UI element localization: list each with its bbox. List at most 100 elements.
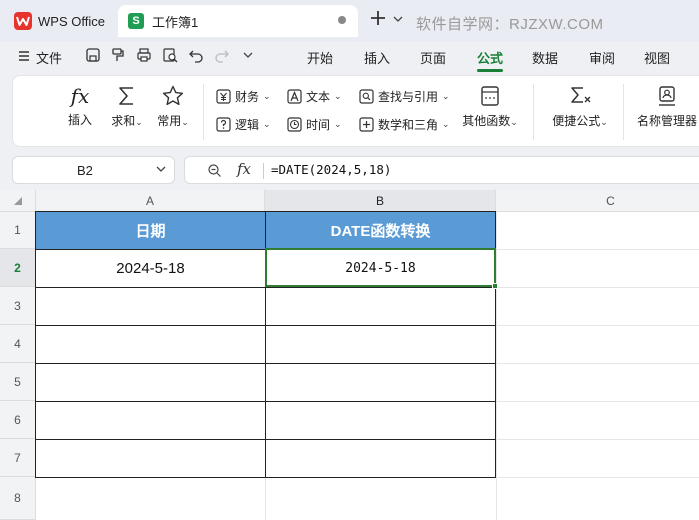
wps-office-tab[interactable]: WPS Office bbox=[6, 6, 112, 36]
wps-logo-icon bbox=[14, 12, 32, 30]
logic-functions-button[interactable]: 逻辑 ⌄ bbox=[216, 116, 271, 133]
tab-insert[interactable]: 插入 bbox=[364, 48, 390, 67]
new-tab-button[interactable] bbox=[370, 10, 386, 30]
logic-label: 逻辑 bbox=[235, 118, 260, 132]
column-header-c[interactable]: C bbox=[496, 190, 699, 212]
common-functions-button[interactable]: 常用⌄ bbox=[152, 84, 194, 129]
chevron-down-icon: ⌄ bbox=[442, 119, 450, 129]
cell-b7[interactable] bbox=[265, 439, 496, 478]
quick-formula-button[interactable]: 便捷公式⌄ bbox=[549, 84, 611, 129]
zoom-function-icon[interactable] bbox=[207, 163, 222, 178]
tab-data[interactable]: 数据 bbox=[532, 48, 558, 67]
print-preview-icon[interactable] bbox=[162, 47, 178, 63]
autosum-label: 求和 bbox=[111, 114, 136, 128]
watermark-text: 软件自学网：RJZXW.COM bbox=[416, 16, 604, 33]
text-functions-button[interactable]: 文本 ⌄ bbox=[287, 88, 342, 105]
row-header-8[interactable]: 8 bbox=[0, 477, 36, 520]
finance-icon bbox=[216, 89, 231, 104]
other-functions-button[interactable]: 其他函数⌄ bbox=[459, 84, 521, 129]
formula-input[interactable]: fx =DATE(2024,5,18) bbox=[184, 156, 699, 184]
chevron-down-icon: ⌄ bbox=[181, 117, 189, 127]
cell-b1[interactable]: DATE函数转换 bbox=[265, 211, 496, 250]
active-cell-selection bbox=[265, 248, 496, 287]
column-header-a[interactable]: A bbox=[36, 190, 265, 212]
cell-a4[interactable] bbox=[35, 325, 266, 364]
hamburger-menu-icon[interactable] bbox=[18, 50, 30, 62]
common-functions-label: 常用 bbox=[157, 114, 182, 128]
cell-b5[interactable] bbox=[265, 363, 496, 402]
spreadsheet-grid: A B C 1 2 3 4 5 6 7 8 日期 DATE函数转换 2024-5… bbox=[0, 190, 699, 520]
document-tab[interactable]: S 工作簿1 bbox=[118, 5, 358, 37]
star-icon bbox=[162, 85, 184, 106]
select-all-corner[interactable] bbox=[0, 190, 36, 212]
name-manager-label: 名称管理器 bbox=[636, 114, 697, 128]
name-box[interactable]: B2 bbox=[12, 156, 175, 184]
chevron-down-icon: ⌄ bbox=[263, 119, 271, 129]
chevron-down-icon[interactable] bbox=[243, 51, 253, 59]
tab-home[interactable]: 开始 bbox=[307, 48, 333, 67]
name-manager-button[interactable]: 名称管理器 bbox=[633, 84, 699, 129]
lookup-functions-button[interactable]: 查找与引用 ⌄ bbox=[359, 88, 450, 105]
chevron-down-icon: ⌄ bbox=[600, 117, 608, 127]
insert-function-button[interactable]: fx 插入 bbox=[63, 84, 97, 128]
save-icon[interactable] bbox=[85, 47, 101, 63]
redo-icon[interactable] bbox=[214, 47, 230, 63]
chevron-down-icon: ⌄ bbox=[510, 117, 518, 127]
tab-review[interactable]: 审阅 bbox=[589, 48, 615, 67]
fx-icon: fx bbox=[70, 84, 90, 108]
cell-a6[interactable] bbox=[35, 401, 266, 440]
tab-page[interactable]: 页面 bbox=[420, 48, 446, 67]
chevron-down-icon[interactable] bbox=[393, 15, 403, 23]
row-header-7[interactable]: 7 bbox=[0, 439, 36, 477]
row-header-2[interactable]: 2 bbox=[0, 249, 36, 287]
formula-bar: B2 fx =DATE(2024,5,18) bbox=[0, 152, 699, 188]
math-functions-button[interactable]: 数学和三角 ⌄ bbox=[359, 116, 450, 133]
math-label: 数学和三角 bbox=[378, 118, 439, 132]
cell-a5[interactable] bbox=[35, 363, 266, 402]
cell-b6[interactable] bbox=[265, 401, 496, 440]
fill-handle[interactable] bbox=[492, 283, 498, 289]
cell-b4[interactable] bbox=[265, 325, 496, 364]
ribbon-divider bbox=[623, 84, 624, 140]
insert-function-label: 插入 bbox=[67, 113, 92, 127]
print-icon[interactable] bbox=[136, 47, 152, 63]
tab-view[interactable]: 视图 bbox=[644, 48, 670, 67]
time-label: 时间 bbox=[306, 118, 331, 132]
lookup-icon bbox=[359, 89, 374, 104]
tab-formulas[interactable]: 公式 bbox=[477, 48, 503, 67]
lookup-label: 查找与引用 bbox=[378, 90, 439, 104]
autosum-button[interactable]: 求和⌄ bbox=[107, 84, 147, 129]
column-header-b[interactable]: B bbox=[265, 190, 496, 212]
gridline bbox=[496, 212, 497, 520]
format-painter-icon[interactable] bbox=[110, 47, 126, 63]
row-header-3[interactable]: 3 bbox=[0, 287, 36, 325]
cell-a3[interactable] bbox=[35, 287, 266, 326]
row-header-1[interactable]: 1 bbox=[0, 212, 36, 249]
cell-b3[interactable] bbox=[265, 287, 496, 326]
other-functions-label: 其他函数 bbox=[462, 114, 511, 128]
wps-office-label: WPS Office bbox=[38, 13, 105, 29]
formula-divider bbox=[263, 163, 264, 179]
fx-icon[interactable]: fx bbox=[237, 160, 251, 178]
row-header-5[interactable]: 5 bbox=[0, 363, 36, 401]
finance-functions-button[interactable]: 财务 ⌄ bbox=[216, 88, 271, 105]
cell-a1[interactable]: 日期 bbox=[35, 211, 266, 250]
time-functions-button[interactable]: 时间 ⌄ bbox=[287, 116, 342, 133]
row-header-4[interactable]: 4 bbox=[0, 325, 36, 363]
cell-reference: B2 bbox=[77, 162, 93, 178]
cell-a2[interactable]: 2024-5-18 bbox=[35, 249, 266, 288]
ribbon-toolbar: fx 插入 求和⌄ 常用⌄ 财务 ⌄ 逻辑 ⌄ 文本 ⌄ 时间 ⌄ 查找与引用 ⌄ 数学和… bbox=[12, 75, 699, 147]
corner-triangle-icon bbox=[14, 197, 22, 205]
spreadsheet-icon: S bbox=[128, 13, 144, 29]
plus-icon bbox=[371, 11, 385, 25]
chevron-down-icon: ⌄ bbox=[135, 117, 143, 127]
undo-icon[interactable] bbox=[188, 47, 204, 63]
formula-text[interactable]: =DATE(2024,5,18) bbox=[271, 162, 391, 177]
chevron-down-icon: ⌄ bbox=[263, 91, 271, 101]
chevron-down-icon[interactable] bbox=[156, 165, 166, 173]
row-header-6[interactable]: 6 bbox=[0, 401, 36, 439]
active-tab-indicator bbox=[477, 69, 503, 72]
cell-a7[interactable] bbox=[35, 439, 266, 478]
unsaved-dot-icon[interactable] bbox=[338, 16, 346, 24]
menu-file[interactable]: 文件 bbox=[36, 48, 62, 67]
